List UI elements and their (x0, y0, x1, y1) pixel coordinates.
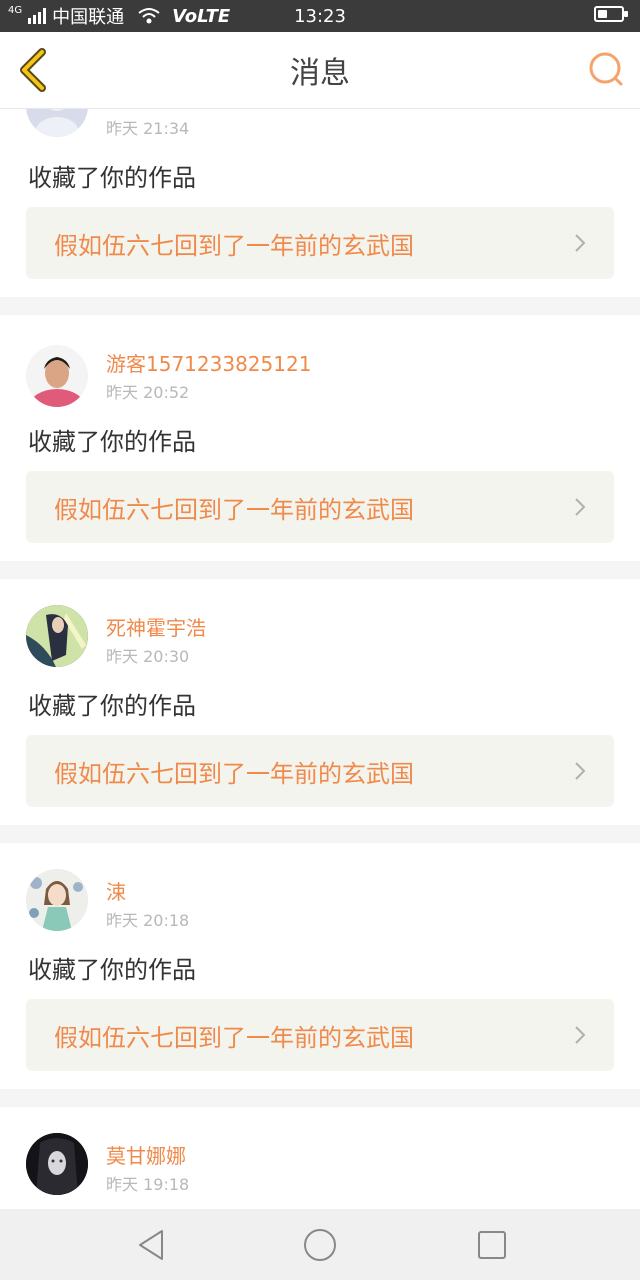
message-card: 莫甘娜娜 昨天 19:18 (0, 1107, 640, 1209)
triangle-back-icon (139, 1230, 163, 1260)
user-photo-avatar (26, 1133, 88, 1195)
work-title: 假如伍六七回到了一年前的玄武国 (54, 231, 414, 260)
search-button[interactable] (586, 50, 626, 90)
chevron-right-icon (575, 1026, 586, 1044)
message-action: 收藏了你的作品 (28, 164, 196, 192)
work-link[interactable]: 假如伍六七回到了一年前的玄武国 (26, 207, 614, 279)
user-photo-avatar (26, 605, 88, 667)
work-link[interactable]: 假如伍六七回到了一年前的玄武国 (26, 999, 614, 1071)
avatar[interactable] (26, 869, 88, 931)
message-time: 昨天 21:34 (106, 119, 190, 138)
message-username[interactable]: 游客1571233825121 (106, 348, 311, 377)
status-time-wrap: 13:23 (0, 0, 640, 32)
message-time: 昨天 20:52 (106, 383, 190, 402)
system-nav-bar (0, 1209, 640, 1280)
nav-back-button[interactable] (134, 1227, 170, 1263)
chevron-right-icon (575, 234, 586, 252)
message-card: 涑 昨天 20:18 收藏了你的作品 假如伍六七回到了一年前的玄武国 (0, 843, 640, 1089)
message-time: 昨天 20:30 (106, 647, 190, 666)
nav-home-button[interactable] (302, 1227, 338, 1263)
avatar[interactable] (26, 605, 88, 667)
work-title: 假如伍六七回到了一年前的玄武国 (54, 759, 414, 788)
message-action: 收藏了你的作品 (28, 428, 196, 456)
message-action: 收藏了你的作品 (28, 692, 196, 720)
page-title: 消息 (290, 56, 350, 91)
user-photo-avatar (26, 345, 88, 407)
message-username[interactable]: 莫甘娜娜 (106, 1140, 186, 1169)
work-title: 假如伍六七回到了一年前的玄武国 (54, 495, 414, 524)
message-card: 死神霍宇浩 昨天 20:30 收藏了你的作品 假如伍六七回到了一年前的玄武国 (0, 579, 640, 825)
chevron-right-icon (575, 762, 586, 780)
work-link[interactable]: 假如伍六七回到了一年前的玄武国 (26, 735, 614, 807)
avatar[interactable] (26, 109, 88, 137)
message-list[interactable]: 昨天 21:34 收藏了你的作品 假如伍六七回到了一年前的玄武国 游客15712… (0, 109, 640, 1209)
status-bar: 4G 中国联通 VoLTE 13:23 (0, 0, 640, 32)
avatar[interactable] (26, 1133, 88, 1195)
message-time: 昨天 19:18 (106, 1175, 190, 1194)
square-recents-icon (478, 1231, 506, 1259)
message-username[interactable]: 死神霍宇浩 (106, 612, 206, 641)
status-time: 13:23 (294, 5, 346, 27)
message-username[interactable]: 涑 (106, 876, 126, 905)
nav-recents-button[interactable] (474, 1227, 510, 1263)
chevron-right-icon (575, 498, 586, 516)
work-title: 假如伍六七回到了一年前的玄武国 (54, 1023, 414, 1052)
search-icon (589, 52, 623, 86)
work-link[interactable]: 假如伍六七回到了一年前的玄武国 (26, 471, 614, 543)
message-card: 昨天 21:34 收藏了你的作品 假如伍六七回到了一年前的玄武国 (0, 109, 640, 297)
circle-home-icon (304, 1229, 336, 1261)
user-photo-avatar (26, 869, 88, 931)
app-header: 消息 (0, 32, 640, 109)
message-time: 昨天 20:18 (106, 911, 190, 930)
default-avatar-icon (35, 109, 79, 137)
battery-icon (594, 6, 630, 24)
message-card: 游客1571233825121 昨天 20:52 收藏了你的作品 假如伍六七回到… (0, 315, 640, 561)
avatar[interactable] (26, 345, 88, 407)
message-action: 收藏了你的作品 (28, 956, 196, 984)
